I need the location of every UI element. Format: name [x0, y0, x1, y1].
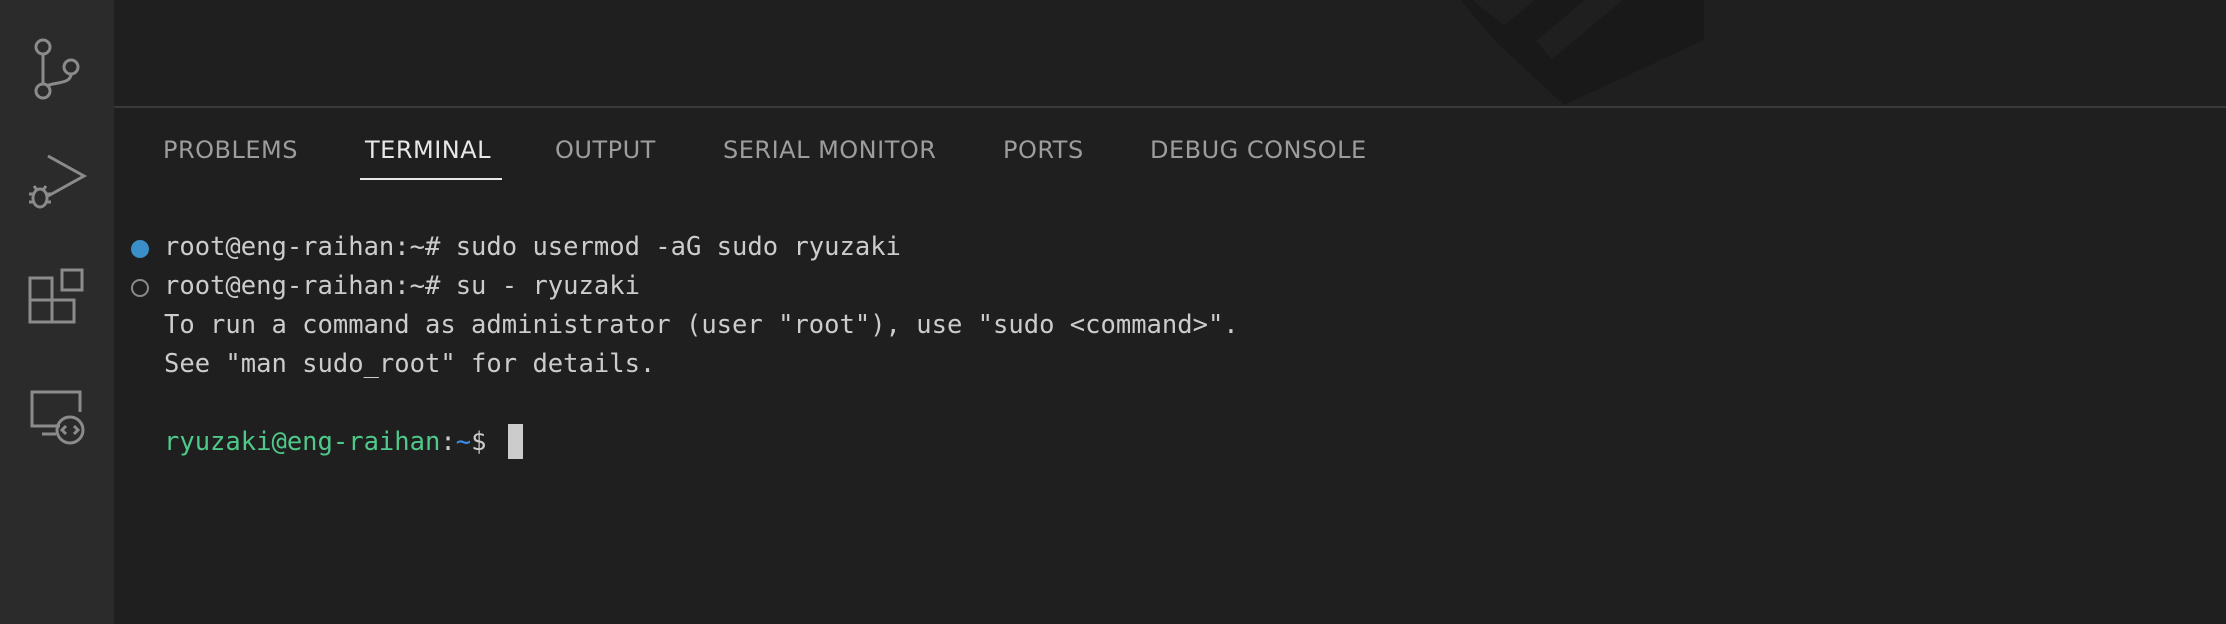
activity-bar [0, 0, 114, 624]
run-debug-icon[interactable] [22, 146, 92, 216]
extensions-icon[interactable] [22, 264, 92, 334]
source-control-icon[interactable] [22, 34, 92, 104]
tab-terminal[interactable]: TERMINAL [365, 136, 491, 164]
active-tab-indicator [360, 178, 502, 180]
tab-serial-monitor[interactable]: SERIAL MONITOR [723, 136, 936, 164]
terminal-line: root@eng-raihan:~# sudo usermod -aG sudo… [164, 232, 901, 262]
tab-ports[interactable]: PORTS [1003, 136, 1084, 164]
tab-output[interactable]: OUTPUT [555, 136, 656, 164]
remote-explorer-icon[interactable] [22, 382, 92, 452]
prompt-path: ~ [455, 427, 472, 457]
terminal-prompt-line: ryuzaki@eng-raihan:~$ [164, 423, 523, 462]
terminal-line: See "man sudo_root" for details. [164, 349, 656, 379]
tab-problems[interactable]: PROBLEMS [163, 136, 298, 164]
vscode-window: PROBLEMS TERMINAL OUTPUT SERIAL MONITOR … [0, 0, 2226, 624]
terminal-line: To run a command as administrator (user … [164, 310, 1239, 340]
prompt-separator: : [440, 427, 456, 457]
command-success-decoration-icon[interactable] [131, 240, 149, 258]
panel-tabs: PROBLEMS TERMINAL OUTPUT SERIAL MONITOR … [114, 108, 2226, 192]
terminal-cursor [507, 423, 523, 459]
command-decoration-icon[interactable] [131, 279, 149, 297]
vscode-logo-watermark-icon [1460, 0, 1704, 105]
terminal-line: root@eng-raihan:~# su - ryuzaki [164, 271, 640, 301]
editor-area [114, 0, 2226, 106]
tab-debug-console[interactable]: DEBUG CONSOLE [1150, 136, 1367, 164]
prompt-user-host: ryuzaki@eng-raihan [164, 427, 441, 457]
prompt-symbol: $ [471, 427, 502, 457]
bottom-panel: PROBLEMS TERMINAL OUTPUT SERIAL MONITOR … [114, 108, 2226, 624]
